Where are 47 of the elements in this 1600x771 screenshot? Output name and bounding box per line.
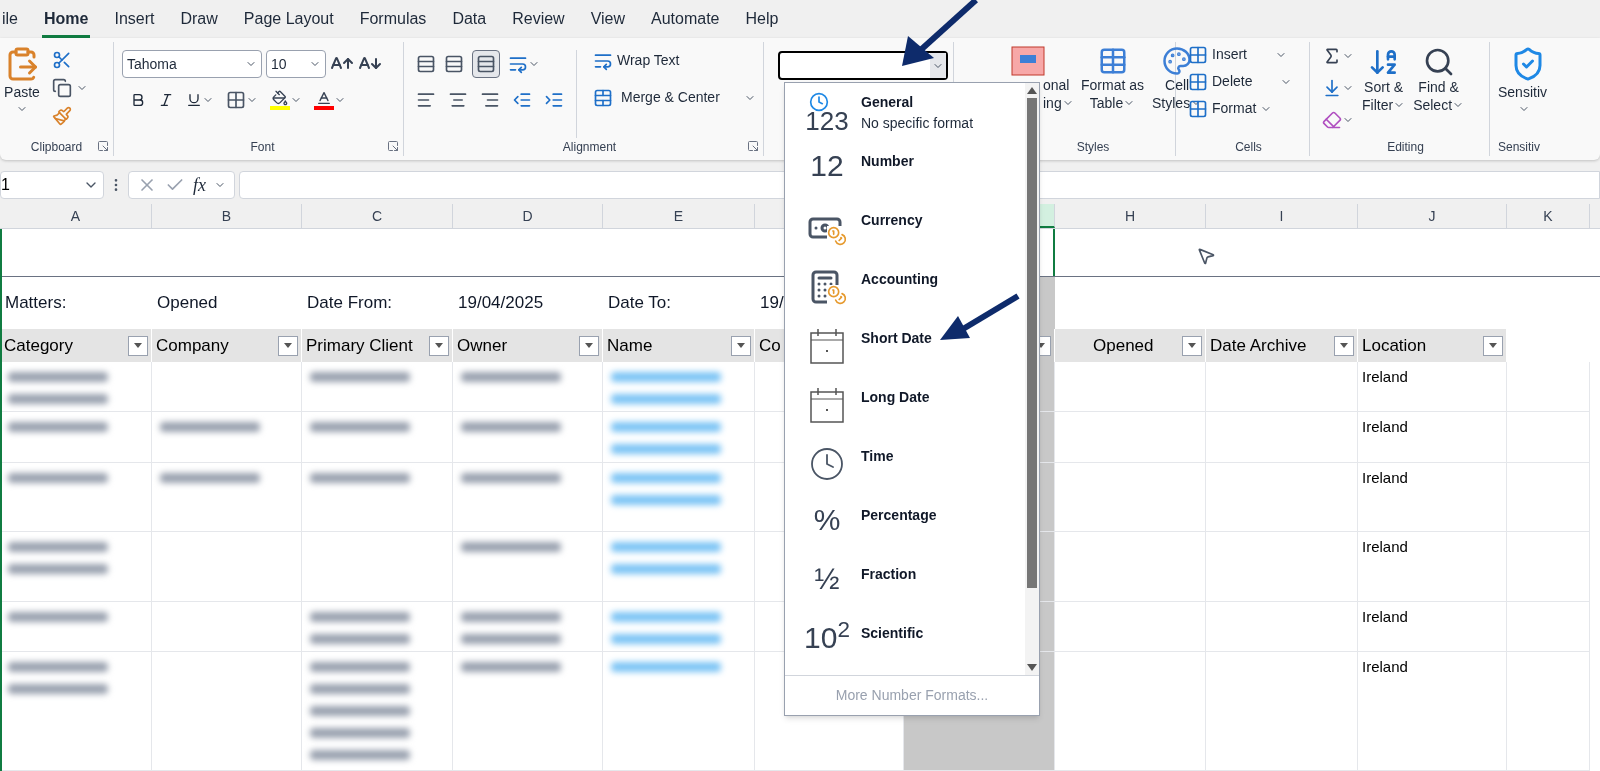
format-glyph: ½ bbox=[814, 564, 840, 594]
table-header: Date Archive bbox=[1210, 334, 1307, 357]
param-text: 19/ bbox=[760, 292, 784, 315]
format-name: Long Date bbox=[861, 388, 930, 407]
format-name: General bbox=[861, 93, 915, 112]
format-name: Scientific bbox=[861, 624, 924, 643]
location-text: Ireland bbox=[1361, 367, 1409, 387]
font-name-value: Tahoma bbox=[127, 54, 177, 74]
table-header: Co bbox=[759, 334, 781, 357]
format-name: Percentage bbox=[861, 506, 937, 525]
location-text: Ireland bbox=[1361, 537, 1409, 557]
param-text: Opened bbox=[157, 292, 218, 315]
font-size-value: 10 bbox=[271, 54, 287, 74]
location-text: Ireland bbox=[1361, 607, 1409, 627]
location-text: Ireland bbox=[1361, 657, 1409, 677]
group-label: Sensitiv bbox=[1498, 139, 1542, 156]
table-header: Company bbox=[156, 334, 229, 357]
format-name: Fraction bbox=[861, 565, 917, 584]
table-header: Owner bbox=[457, 334, 508, 357]
format-glyph: 123 bbox=[805, 108, 849, 134]
table-header: Category bbox=[4, 334, 73, 357]
param-text: Date From: bbox=[307, 292, 393, 315]
format-description: No specific format bbox=[861, 114, 974, 133]
table-header: Location bbox=[1362, 334, 1427, 357]
group-label: Cells bbox=[1235, 139, 1262, 156]
param-text: 19/04/2025 bbox=[458, 292, 544, 315]
format-glyph: 10$^{2}$ bbox=[804, 623, 850, 653]
format-name: Short Date bbox=[861, 329, 932, 348]
group-label: Clipboard bbox=[30, 139, 83, 156]
param-text: Date To: bbox=[608, 292, 671, 315]
format-glyph: 12 bbox=[810, 151, 844, 181]
param-text: Matters: bbox=[5, 292, 67, 315]
format-name: Number bbox=[861, 152, 914, 171]
format-glyph: % bbox=[813, 505, 841, 535]
format-name: Currency bbox=[861, 211, 923, 230]
table-header: Name bbox=[607, 334, 653, 357]
location-text: Ireland bbox=[1361, 417, 1409, 437]
format-name: Accounting bbox=[861, 270, 938, 289]
format-name: Time bbox=[861, 447, 894, 466]
group-label: Editing bbox=[1387, 139, 1424, 156]
group-label: Alignment bbox=[562, 139, 617, 156]
table-header: Opened bbox=[1093, 334, 1154, 357]
table-header: Primary Client bbox=[306, 334, 413, 357]
group-label: Styles bbox=[1076, 139, 1110, 156]
group-label: Font bbox=[250, 139, 275, 156]
location-text: Ireland bbox=[1361, 468, 1409, 488]
name-box-value: 1 bbox=[1, 175, 10, 195]
